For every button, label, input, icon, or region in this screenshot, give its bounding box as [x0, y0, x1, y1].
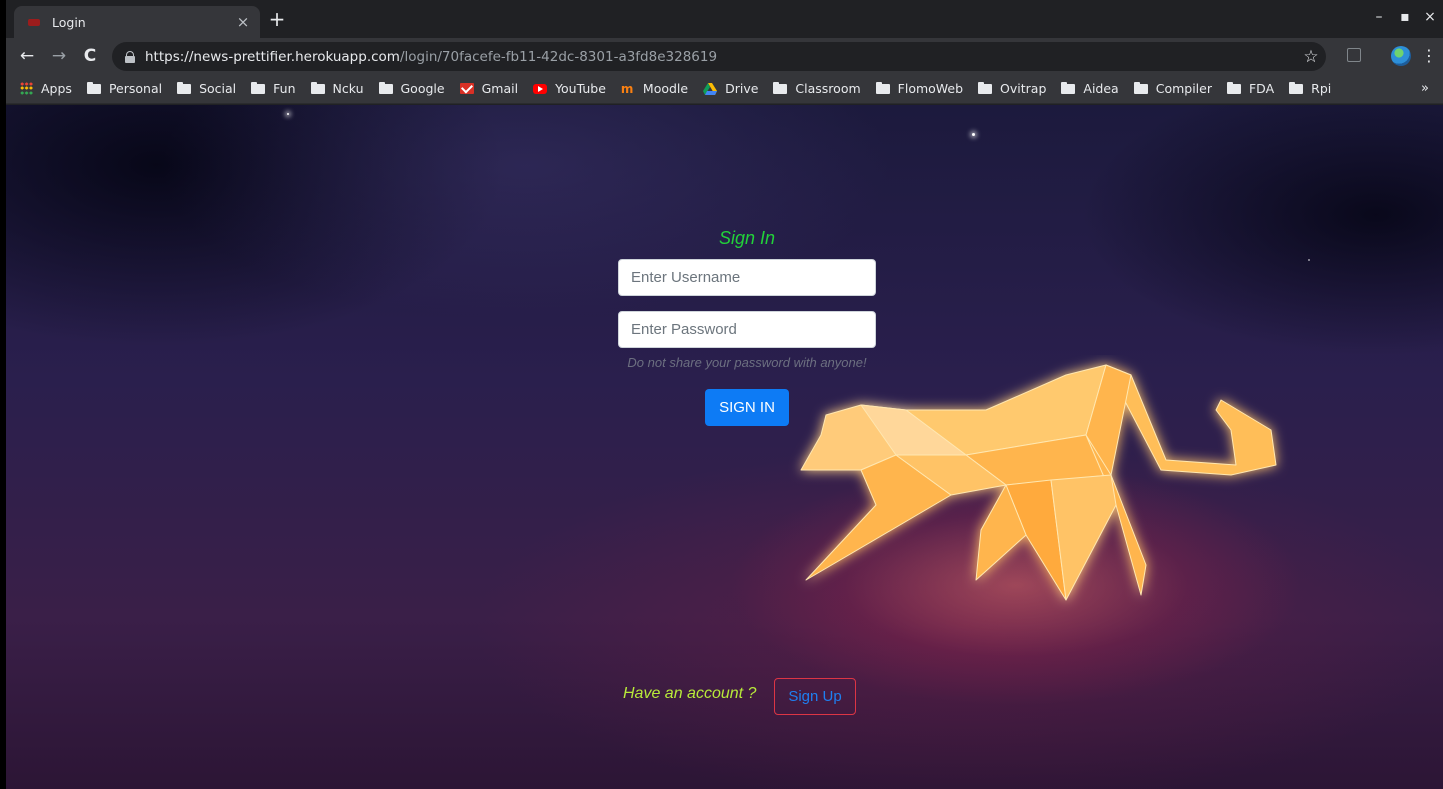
bookmark-fun[interactable]: Fun: [251, 81, 296, 96]
bookmark-ovitrap[interactable]: Ovitrap: [978, 81, 1046, 96]
moodle-icon: m: [620, 81, 634, 96]
tab-strip: Login × + – ▪ ×: [6, 0, 1443, 38]
bookmark-google[interactable]: Google: [378, 81, 445, 96]
signin-button[interactable]: SIGN IN: [705, 389, 789, 426]
bookmarks-overflow-icon[interactable]: »: [1421, 81, 1429, 96]
have-account-text: Have an account ?: [623, 685, 757, 702]
extension-icon[interactable]: [1347, 48, 1361, 62]
drive-icon: [703, 82, 718, 95]
folder-icon: [1289, 82, 1304, 94]
bookmark-flomoweb[interactable]: FlomoWeb: [875, 81, 963, 96]
bookmark-classroom[interactable]: Classroom: [773, 81, 861, 96]
folder-icon: [773, 82, 788, 94]
forward-arrow-icon[interactable]: →: [48, 45, 70, 67]
folder-icon: [1226, 82, 1241, 94]
bookmark-personal[interactable]: Personal: [86, 81, 162, 96]
folder-icon: [251, 82, 266, 94]
star-decoration: [287, 113, 289, 115]
bookmark-apps[interactable]: Apps: [20, 81, 72, 96]
tab-close-icon[interactable]: ×: [232, 13, 254, 31]
star-decoration: [972, 133, 975, 136]
browser-menu-icon[interactable]: ⋮: [1421, 46, 1437, 66]
folder-icon: [1133, 82, 1148, 94]
tab-title: Login: [52, 14, 86, 30]
folder-icon: [978, 82, 993, 94]
bookmark-ncku[interactable]: Ncku: [310, 81, 364, 96]
bookmark-rpi[interactable]: Rpi: [1289, 81, 1331, 96]
signup-button[interactable]: Sign Up: [774, 678, 856, 715]
bookmark-compiler[interactable]: Compiler: [1133, 81, 1212, 96]
tab-login[interactable]: Login ×: [14, 6, 260, 38]
folder-icon: [310, 82, 325, 94]
browser-toolbar: ← → C https://news-prettifier.herokuapp.…: [6, 38, 1443, 74]
new-tab-button[interactable]: +: [265, 8, 289, 32]
site-favicon-icon: [26, 14, 42, 30]
browser-window: Login × + – ▪ × ← → C https://news-prett…: [6, 0, 1443, 789]
maximize-icon[interactable]: ▪: [1395, 8, 1415, 26]
back-arrow-icon[interactable]: ←: [16, 45, 38, 67]
signin-title: Sign In: [718, 228, 776, 248]
bookmarks-bar: Apps Personal Social Fun Ncku Google Gma…: [6, 74, 1443, 104]
folder-icon: [1061, 82, 1076, 94]
bookmark-aidea[interactable]: Aidea: [1061, 81, 1119, 96]
window-close-icon[interactable]: ×: [1420, 8, 1440, 26]
bookmark-gmail[interactable]: Gmail: [459, 81, 518, 96]
url-text[interactable]: https://news-prettifier.herokuapp.com/lo…: [145, 49, 1296, 65]
address-bar[interactable]: https://news-prettifier.herokuapp.com/lo…: [112, 42, 1326, 71]
password-hint: Do not share your password with anyone!: [627, 355, 867, 370]
folder-icon: [177, 82, 192, 94]
bookmark-youtube[interactable]: YouTube: [533, 81, 606, 96]
origami-cat-illustration: [800, 364, 1277, 601]
bookmark-star-icon[interactable]: ☆: [1296, 47, 1326, 67]
gmail-icon: [459, 83, 474, 94]
folder-icon: [86, 82, 101, 94]
profile-avatar-icon[interactable]: [1391, 46, 1411, 66]
password-input[interactable]: [618, 311, 876, 348]
apps-grid-icon: [20, 82, 33, 95]
youtube-icon: [533, 83, 548, 94]
star-decoration: [1308, 259, 1310, 261]
minimize-icon[interactable]: –: [1369, 8, 1389, 26]
folder-icon: [875, 82, 890, 94]
lock-icon: [125, 50, 135, 63]
bookmark-drive[interactable]: Drive: [703, 81, 758, 96]
folder-icon: [378, 82, 393, 94]
username-input[interactable]: [618, 259, 876, 296]
bookmark-social[interactable]: Social: [177, 81, 236, 96]
bookmark-fda[interactable]: FDA: [1226, 81, 1274, 96]
login-page: Sign In Do not share your password with …: [6, 105, 1443, 789]
reload-icon[interactable]: C: [79, 45, 101, 67]
bookmark-moodle[interactable]: m Moodle: [621, 81, 688, 96]
